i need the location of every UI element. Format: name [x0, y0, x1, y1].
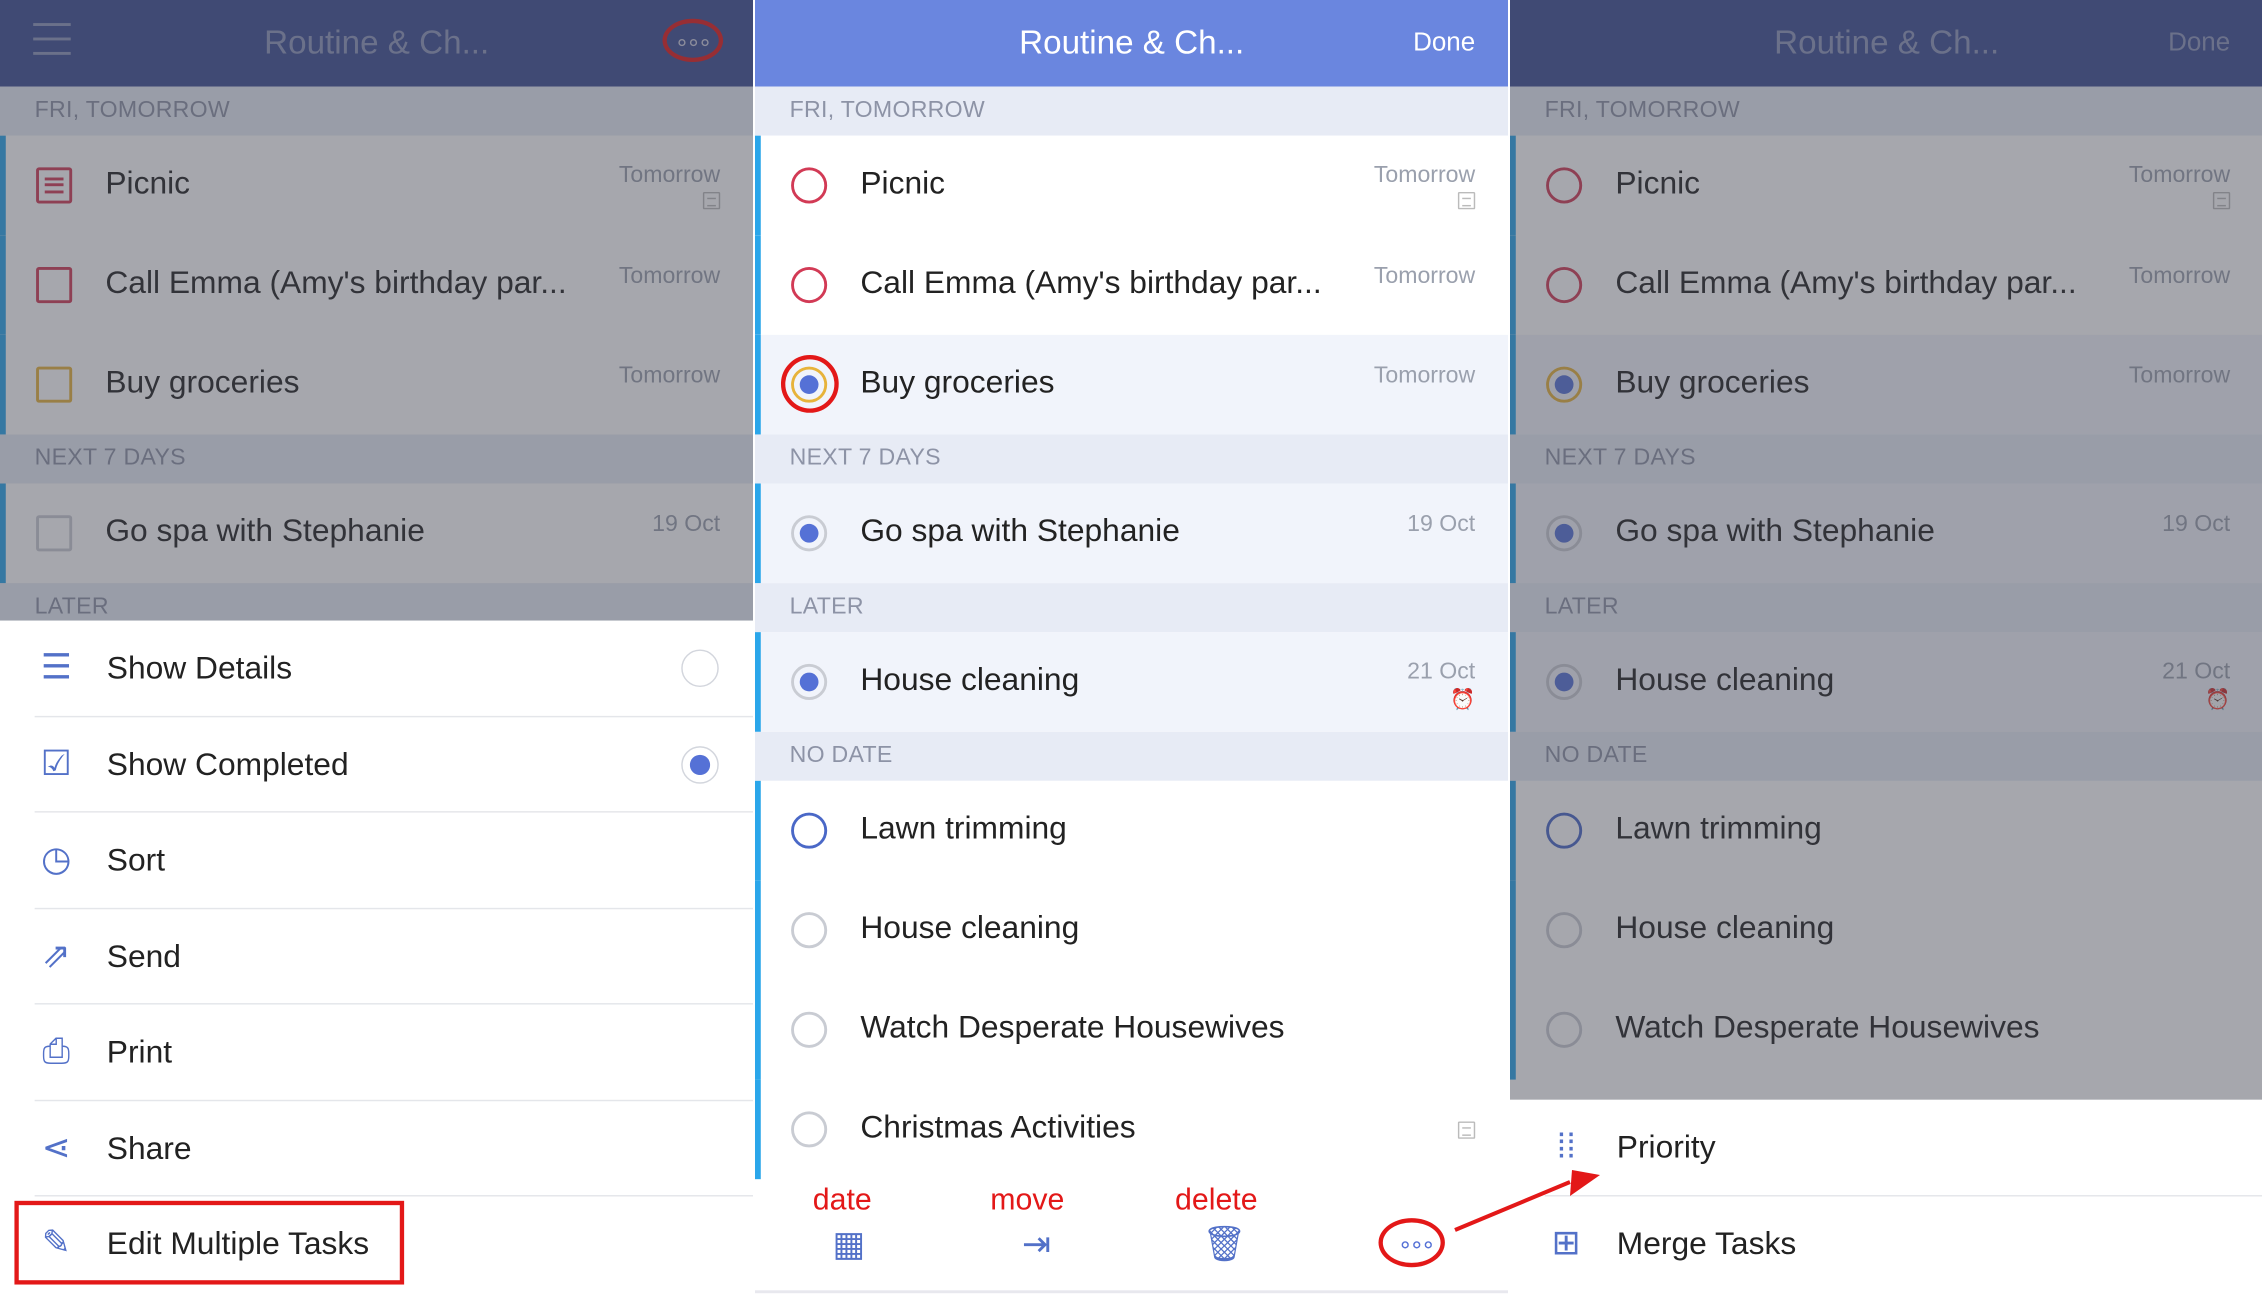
task-row-groceries[interactable]: Buy groceries Tomorrow	[755, 334, 1508, 435]
note-icon	[1457, 191, 1476, 210]
select-radio[interactable]	[791, 1011, 828, 1048]
task-title: Picnic	[860, 164, 946, 201]
menu-item-merge[interactable]: ⊞ Merge Tasks	[1545, 1196, 2262, 1292]
menu-item-label: Show Details	[106, 649, 293, 686]
task-date: 21 Oct	[1407, 659, 1476, 685]
options-menu: ☰ Show Details ☑ Show Completed ◷ Sort ⇗…	[0, 620, 753, 1293]
select-radio[interactable]	[791, 812, 828, 849]
toggle-on[interactable]	[681, 745, 719, 783]
menu-item-label: Share	[106, 1129, 192, 1166]
calendar-icon[interactable]: ▦	[827, 1224, 870, 1267]
sort-clock-icon: ◷	[41, 840, 72, 879]
share-icon: ⋖	[41, 1127, 71, 1167]
task-list: FRI, TOMORROW Picnic Tomorrow Call Emma …	[755, 86, 1508, 1180]
menu-item-sort[interactable]: ◷ Sort	[34, 813, 753, 909]
menu-item-show-details[interactable]: ☰ Show Details	[34, 621, 753, 717]
printer-icon: ⎙	[42, 1031, 71, 1071]
task-row-picnic[interactable]: Picnic Tomorrow	[755, 135, 1508, 236]
task-row-christmas[interactable]: Christmas Activities	[755, 1079, 1508, 1180]
toggle-off[interactable]	[681, 649, 719, 688]
section-header: NEXT 7 DAYS	[755, 434, 1508, 484]
select-radio-selected[interactable]	[791, 515, 828, 552]
annotation-circle	[780, 355, 839, 413]
move-icon[interactable]: ⇥	[1015, 1224, 1058, 1267]
task-title: Buy groceries	[860, 363, 1055, 400]
send-icon: ⇗	[41, 935, 71, 975]
menu-item-label: Print	[106, 1033, 173, 1070]
task-date: Tomorrow	[1373, 163, 1476, 188]
more-actions-menu: ⁞⁞ Priority ⊞ Merge Tasks	[1510, 1099, 2262, 1292]
task-row-house-cleaning[interactable]: House cleaning	[755, 880, 1508, 981]
dim-overlay[interactable]	[1510, 0, 2262, 1100]
task-row-spa[interactable]: Go spa with Stephanie 19 Oct	[755, 483, 1508, 584]
menu-item-print[interactable]: ⎙ Print	[34, 1005, 753, 1101]
trash-icon[interactable]: 🗑	[1202, 1224, 1246, 1267]
task-date: 19 Oct	[1407, 512, 1476, 537]
nav-bar: Routine & Ch... Done	[755, 0, 1508, 87]
annotation-date: date	[812, 1183, 872, 1217]
task-date: Tomorrow	[1373, 264, 1476, 289]
task-row-call-emma[interactable]: Call Emma (Amy's birthday par... Tomorro…	[755, 235, 1508, 335]
select-radio[interactable]	[791, 267, 828, 304]
menu-item-priority[interactable]: ⁞⁞ Priority	[1544, 1100, 2262, 1196]
menu-item-label: Sort	[106, 841, 166, 878]
section-header: LATER	[755, 583, 1508, 633]
select-radio[interactable]	[791, 1111, 828, 1148]
tutorial-composite: Routine & Ch... FRI, TOMORROW Picnic Tom…	[0, 0, 2262, 1296]
menu-item-share[interactable]: ⋖ Share	[34, 1101, 753, 1197]
menu-item-label: Priority	[1616, 1128, 1716, 1165]
left-screen: Routine & Ch... FRI, TOMORROW Picnic Tom…	[0, 0, 753, 1296]
task-row-housewives[interactable]: Watch Desperate Housewives	[755, 980, 1508, 1080]
details-list-icon: ☰	[40, 648, 72, 688]
menu-item-show-completed[interactable]: ☑ Show Completed	[34, 717, 753, 813]
task-title: Lawn trimming	[860, 809, 1067, 846]
alarm-icon: ⏰	[1450, 687, 1476, 711]
annotation-box	[14, 1200, 405, 1285]
task-title: House cleaning	[860, 909, 1080, 946]
menu-item-send[interactable]: ⇗ Send	[34, 909, 753, 1005]
task-title: Call Emma (Amy's birthday par...	[860, 264, 1322, 301]
menu-item-label: Send	[106, 937, 181, 974]
menu-item-label: Show Completed	[106, 745, 349, 782]
select-radio[interactable]	[791, 167, 828, 204]
task-title: Watch Desperate Housewives	[860, 1008, 1285, 1045]
select-radio[interactable]	[791, 912, 828, 949]
task-title: Christmas Activities	[860, 1108, 1136, 1145]
note-icon	[1457, 1121, 1476, 1139]
select-radio-selected[interactable]	[791, 663, 828, 701]
section-header: FRI, TOMORROW	[755, 86, 1508, 136]
menu-item-label: Merge Tasks	[1616, 1224, 1797, 1261]
task-row-lawn[interactable]: Lawn trimming	[755, 780, 1508, 881]
completed-check-icon: ☑	[40, 744, 72, 783]
annotation-move: move	[990, 1183, 1065, 1217]
list-title: Routine & Ch...	[1019, 23, 1245, 61]
annotation-circle	[1378, 1218, 1445, 1268]
annotation-arrow	[1454, 1170, 1600, 1232]
annotation-delete: delete	[1175, 1183, 1258, 1217]
task-title: House cleaning	[860, 661, 1080, 698]
middle-screen: Routine & Ch... Done FRI, TOMORROW Picni…	[755, 0, 1508, 1296]
task-date: Tomorrow	[1373, 363, 1476, 389]
dim-overlay[interactable]	[0, 0, 753, 621]
section-header: NO DATE	[755, 731, 1508, 781]
task-row-house-cleaning-later[interactable]: House cleaning 21 Oct ⏰	[755, 632, 1508, 732]
task-title: Go spa with Stephanie	[860, 512, 1180, 549]
right-screen: Routine & Ch... Done FRI, TOMORROW Picni…	[1510, 0, 2262, 1296]
done-button[interactable]: Done	[1413, 27, 1475, 57]
